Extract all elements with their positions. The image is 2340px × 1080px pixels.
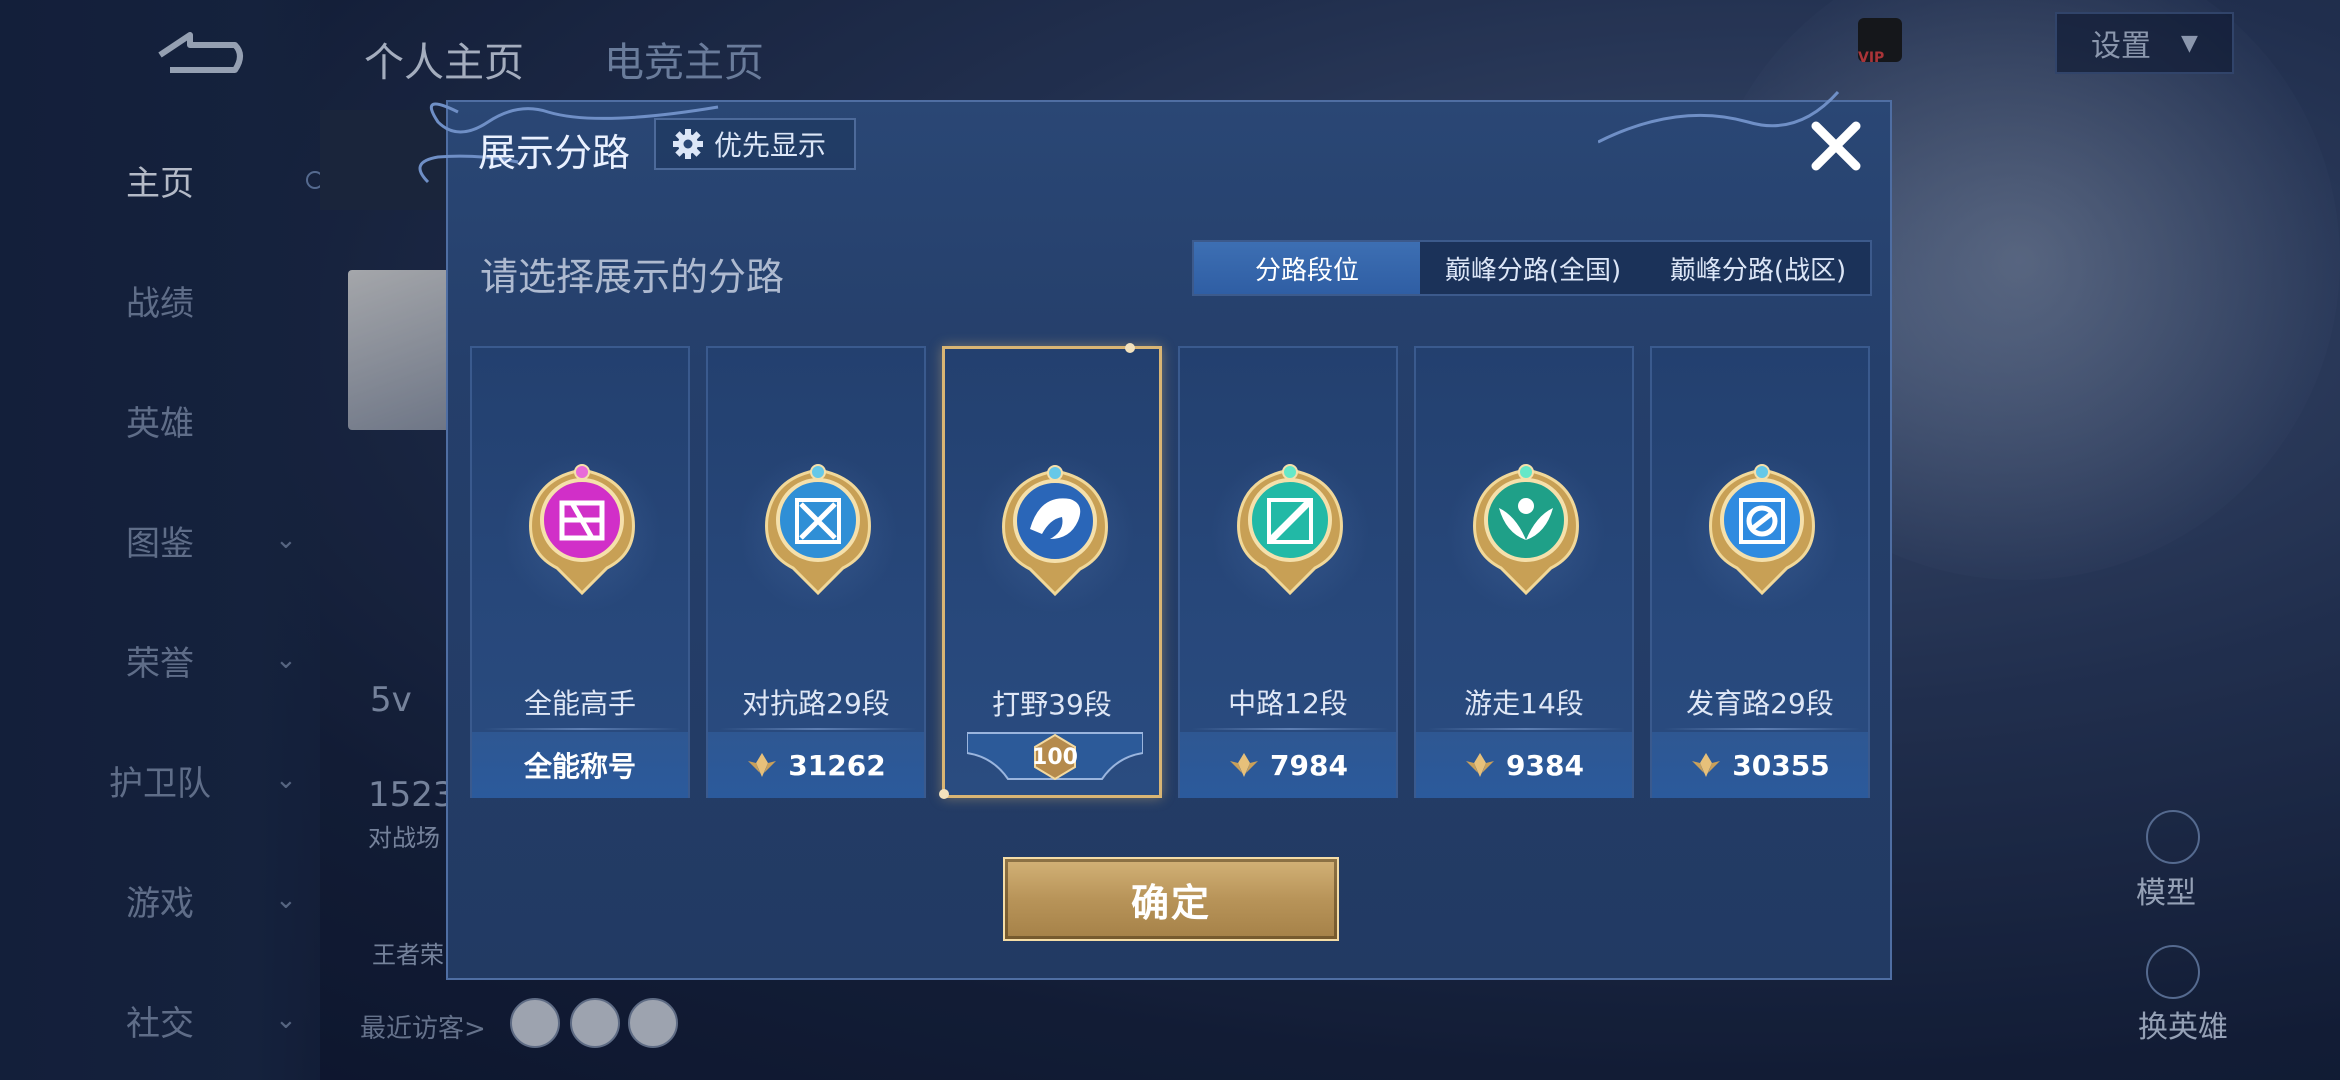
peak-points-icon — [1230, 753, 1259, 777]
confirm-label: 确定 — [1130, 880, 1211, 925]
dialog-title: 展示分路 — [478, 131, 631, 175]
route-points: 31262 — [788, 748, 886, 782]
rank-star-count: 100 — [1032, 745, 1078, 770]
dialog-subtitle: 请选择展示的分路 — [480, 255, 785, 299]
tab-peak-region[interactable]: 巅峰分路(战区) — [1646, 242, 1870, 294]
confirm-button[interactable]: 确定 — [1003, 857, 1339, 941]
rank-star-badge: 100 — [967, 732, 1143, 781]
peak-points-icon — [1466, 753, 1495, 777]
all-round-emblem-icon — [529, 464, 635, 596]
route-name: 发育路29段 — [1686, 687, 1834, 720]
route-name: 游走14段 — [1464, 687, 1584, 720]
gear-icon — [673, 129, 703, 159]
route-card-clash-lane[interactable]: 对抗路29段 31262 — [706, 346, 926, 798]
route-card-all-round[interactable]: 全能高手 全能称号 — [470, 346, 690, 798]
tab-route-rank[interactable]: 分路段位 — [1194, 242, 1420, 294]
route-points: 9384 — [1506, 748, 1584, 782]
route-card-list: 全能高手 全能称号 对抗路29段 31262 打野39段 100 中路12段 7… — [470, 343, 1880, 799]
route-footer: 30355 — [1652, 732, 1868, 798]
route-footer: 7984 — [1180, 732, 1396, 798]
close-icon[interactable] — [1806, 116, 1866, 176]
peak-points-icon — [748, 753, 777, 777]
route-name: 打野39段 — [992, 688, 1112, 721]
jungle-emblem-icon — [1002, 465, 1108, 597]
priority-display-label: 优先显示 — [714, 129, 827, 162]
route-card-mid-lane[interactable]: 中路12段 7984 — [1178, 346, 1398, 798]
route-name: 全能高手 — [523, 687, 636, 720]
route-footer: 全能称号 — [472, 732, 688, 798]
clash-lane-emblem-icon — [765, 464, 871, 596]
route-display-dialog: 展示分路 优先显示 请选择展示的分路 分路段位 巅峰分路(全国) 巅峰分路(战区… — [418, 91, 1892, 980]
route-points: 7984 — [1270, 748, 1348, 782]
route-points: 30355 — [1732, 748, 1830, 782]
route-footer: 9384 — [1416, 732, 1632, 798]
route-card-farm-lane[interactable]: 发育路29段 30355 — [1650, 346, 1870, 798]
priority-display-button[interactable]: 优先显示 — [654, 118, 856, 170]
all-round-title-label: 全能称号 — [523, 750, 636, 783]
peak-points-icon — [1692, 753, 1721, 777]
route-name: 对抗路29段 — [742, 687, 890, 720]
route-name: 中路12段 — [1228, 687, 1348, 720]
route-tabs: 分路段位 巅峰分路(全国) 巅峰分路(战区) — [1192, 240, 1872, 296]
roam-emblem-icon — [1473, 464, 1579, 596]
tab-peak-national[interactable]: 巅峰分路(全国) — [1420, 242, 1646, 294]
route-card-roam[interactable]: 游走14段 9384 — [1414, 346, 1634, 798]
route-footer: 31262 — [708, 732, 924, 798]
farm-lane-emblem-icon — [1709, 464, 1815, 596]
mid-lane-emblem-icon — [1237, 464, 1343, 596]
route-card-jungle[interactable]: 打野39段 100 — [939, 343, 1162, 799]
